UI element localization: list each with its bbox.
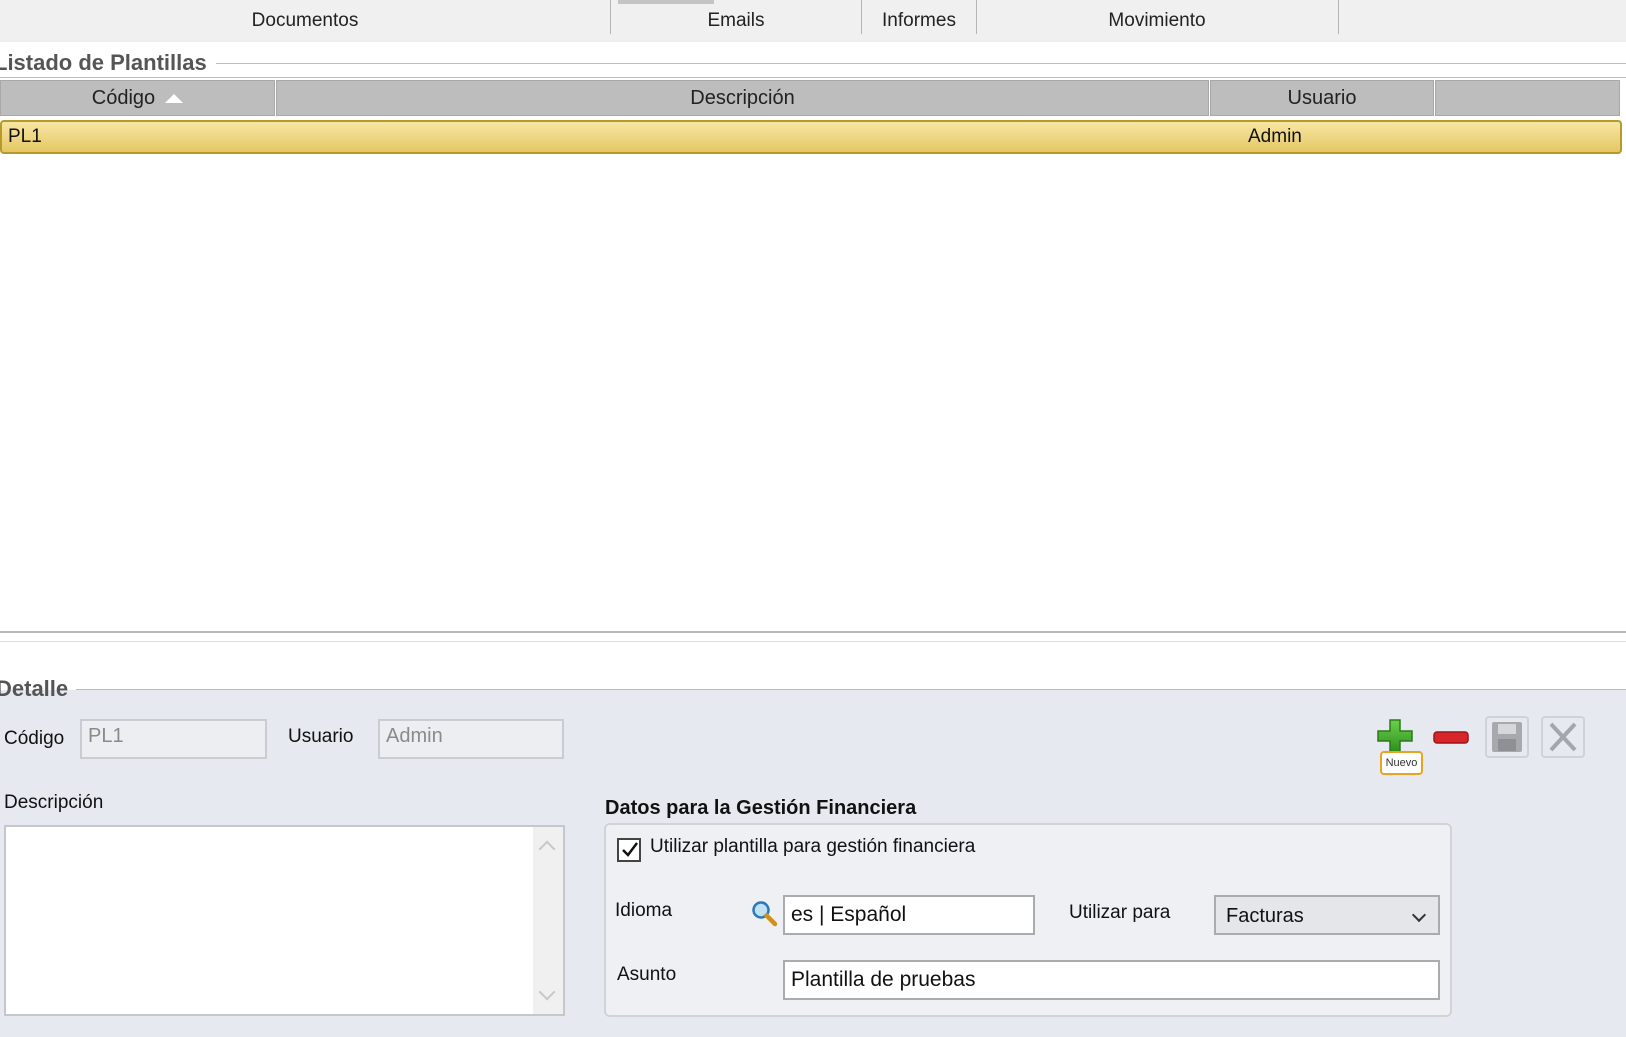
usuario-label: Usuario bbox=[288, 726, 354, 747]
descripcion-label: Descripción bbox=[4, 792, 104, 813]
tab-label: Emails bbox=[707, 10, 765, 31]
cell-codigo: PL1 bbox=[8, 126, 42, 147]
use-template-label[interactable]: Utilizar plantilla para gestión financie… bbox=[650, 836, 975, 858]
plus-icon bbox=[1377, 719, 1413, 753]
section-divider bbox=[76, 689, 1626, 690]
tab-label: Documentos bbox=[251, 10, 359, 31]
descripcion-textarea[interactable] bbox=[4, 825, 565, 1016]
utilizar-para-label: Utilizar para bbox=[1069, 902, 1171, 923]
utilizar-para-value: Facturas bbox=[1226, 905, 1304, 927]
tab-label: Movimiento bbox=[1108, 10, 1206, 31]
asunto-input[interactable]: Plantilla de pruebas bbox=[783, 960, 1440, 1000]
chevron-down-icon bbox=[1411, 907, 1427, 923]
tab-movimiento[interactable]: Movimiento bbox=[977, 0, 1337, 42]
cancel-button[interactable] bbox=[1541, 716, 1585, 758]
column-header-usuario[interactable]: Usuario bbox=[1210, 80, 1434, 116]
list-section-title: Listado de Plantillas bbox=[0, 50, 207, 75]
use-template-checkbox[interactable] bbox=[617, 838, 641, 862]
splitter[interactable] bbox=[0, 641, 1626, 642]
financial-group-title: Datos para la Gestión Financiera bbox=[605, 797, 917, 819]
grid-header: Código Descripción Usuario bbox=[0, 80, 1626, 118]
new-button[interactable] bbox=[1376, 718, 1414, 753]
checkmark-icon bbox=[622, 842, 638, 857]
idioma-search-button[interactable] bbox=[751, 900, 779, 928]
minus-icon bbox=[1433, 731, 1469, 744]
search-icon bbox=[752, 901, 778, 927]
tab-separator bbox=[1338, 0, 1339, 34]
save-button[interactable] bbox=[1485, 716, 1529, 758]
scroll-up-icon[interactable] bbox=[538, 840, 556, 858]
sort-ascending-icon bbox=[165, 93, 184, 103]
tab-emails[interactable]: Emails bbox=[611, 0, 861, 42]
detail-section-title: Detalle bbox=[0, 676, 69, 701]
column-header-extra[interactable] bbox=[1435, 80, 1620, 116]
usuario-field[interactable]: Admin bbox=[378, 719, 564, 759]
codigo-label: Código bbox=[4, 728, 65, 749]
delete-button[interactable] bbox=[1432, 728, 1470, 748]
column-header-label: Usuario bbox=[1287, 86, 1357, 109]
floppy-disk-icon bbox=[1492, 722, 1522, 752]
column-header-label: Descripción bbox=[690, 86, 795, 109]
tab-label: Informes bbox=[882, 10, 956, 31]
codigo-field[interactable]: PL1 bbox=[80, 719, 267, 759]
asunto-label: Asunto bbox=[617, 964, 677, 985]
idioma-label: Idioma bbox=[615, 900, 673, 921]
scrollbar[interactable] bbox=[533, 827, 563, 1014]
utilizar-para-select[interactable]: Facturas bbox=[1214, 895, 1440, 935]
new-tooltip: Nuevo bbox=[1380, 751, 1423, 775]
tab-documentos[interactable]: Documentos bbox=[0, 0, 610, 42]
close-icon bbox=[1549, 722, 1577, 752]
cell-usuario: Admin bbox=[1248, 126, 1302, 147]
column-header-label: Código bbox=[91, 86, 156, 109]
table-row[interactable]: PL1 Admin bbox=[0, 120, 1622, 154]
column-header-codigo[interactable]: Código bbox=[0, 80, 275, 116]
tab-informes[interactable]: Informes bbox=[862, 0, 976, 42]
column-header-descripcion[interactable]: Descripción bbox=[276, 80, 1209, 116]
scroll-down-icon[interactable] bbox=[538, 983, 556, 1001]
section-divider bbox=[216, 63, 1626, 64]
grid-bottom-border bbox=[0, 631, 1626, 633]
tab-bar: Documentos Emails Informes Movimiento bbox=[0, 0, 1626, 42]
idioma-input[interactable]: es | Español bbox=[783, 895, 1035, 935]
section-divider bbox=[0, 77, 1626, 78]
